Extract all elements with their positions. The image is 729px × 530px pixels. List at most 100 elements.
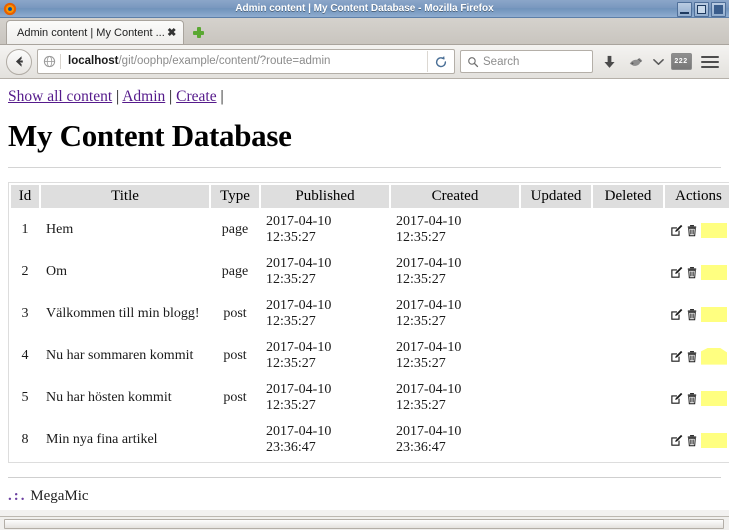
link-create[interactable]: Create <box>176 88 216 105</box>
downloads-button[interactable] <box>598 50 620 74</box>
column-header-published[interactable]: Published <box>261 185 389 209</box>
created-date: 2017-04-10 <box>396 298 462 314</box>
table-row: 2 Om page 2017-04-10 12:35:27 2017-04-10 12:35… <box>11 252 729 292</box>
cell-deleted <box>593 294 663 334</box>
cell-type: post <box>223 306 247 322</box>
edit-icon[interactable] <box>670 434 683 447</box>
cell-type: page <box>221 264 249 280</box>
reload-button[interactable] <box>427 51 454 72</box>
url-text: localhost/git/oophp/example/content/?rou… <box>61 51 427 72</box>
page-badge-button[interactable]: 222 <box>670 50 692 74</box>
tab-close-icon[interactable]: ✖ <box>165 26 179 39</box>
edit-icon[interactable] <box>670 308 683 321</box>
sync-button[interactable] <box>625 50 647 74</box>
search-input[interactable]: Search <box>460 50 593 73</box>
column-header-created[interactable]: Created <box>391 185 519 209</box>
column-header-actions[interactable]: Actions <box>665 185 729 209</box>
cell-actions <box>665 420 729 460</box>
cell-title: Nu har hösten kommit <box>46 390 172 406</box>
cell-updated <box>521 420 591 460</box>
url-host: localhost <box>68 55 119 67</box>
table-row: 8 Min nya fina artikel 2017-04-10 23:36:47 2… <box>11 420 729 460</box>
trash-icon[interactable] <box>686 434 698 447</box>
cell-id: 4 <box>21 348 29 364</box>
published-time: 12:35:27 <box>266 230 316 246</box>
cell-created: 2017-04-10 12:35:27 <box>391 378 519 418</box>
published-date: 2017-04-10 <box>266 214 332 230</box>
title-divider <box>8 167 721 169</box>
created-time: 12:35:27 <box>396 230 446 246</box>
edit-icon[interactable] <box>670 392 683 405</box>
url-bar[interactable]: localhost/git/oophp/example/content/?rou… <box>37 49 455 74</box>
cell-id: 2 <box>21 264 29 280</box>
published-date: 2017-04-10 <box>266 256 332 272</box>
column-header-type[interactable]: Type <box>211 185 259 209</box>
minimize-button[interactable] <box>677 2 692 17</box>
firefox-icon <box>2 1 18 17</box>
navigation-toolbar: localhost/git/oophp/example/content/?rou… <box>0 45 729 79</box>
trash-icon[interactable] <box>686 350 698 363</box>
link-admin[interactable]: Admin <box>122 88 165 105</box>
cell-actions <box>665 294 729 334</box>
app-menu-button[interactable] <box>697 50 723 74</box>
horizontal-scrollbar[interactable] <box>0 516 729 530</box>
column-header-id[interactable]: Id <box>11 185 39 209</box>
close-button[interactable] <box>711 2 726 17</box>
breadcrumb: Show all content | Admin | Create | <box>8 87 721 107</box>
cell-actions <box>665 336 729 376</box>
published-date: 2017-04-10 <box>266 340 332 356</box>
trash-icon[interactable] <box>686 392 698 405</box>
edit-icon[interactable] <box>670 224 683 237</box>
trash-icon[interactable] <box>686 266 698 279</box>
created-date: 2017-04-10 <box>396 424 462 440</box>
sync-dropdown-button[interactable] <box>652 50 665 74</box>
cell-id: 3 <box>21 306 29 322</box>
cell-id: 8 <box>21 432 29 448</box>
published-time: 12:35:27 <box>266 356 316 372</box>
column-header-title[interactable]: Title <box>41 185 209 209</box>
edit-icon[interactable] <box>670 350 683 363</box>
cell-title: Hem <box>46 222 74 238</box>
edit-icon[interactable] <box>670 266 683 279</box>
cell-updated <box>521 378 591 418</box>
link-show-all-content[interactable]: Show all content <box>8 88 112 105</box>
cell-created: 2017-04-10 12:35:27 <box>391 252 519 292</box>
created-time: 12:35:27 <box>396 398 446 414</box>
url-path: /git/oophp/example/content/?route=admin <box>118 55 331 67</box>
cell-title: Min nya fina artikel <box>46 432 158 448</box>
search-icon <box>468 56 479 67</box>
cell-created: 2017-04-10 12:35:27 <box>391 336 519 376</box>
page-viewport: Show all content | Admin | Create | My C… <box>0 79 729 510</box>
download-arrow-icon <box>603 55 615 68</box>
footer-dots: .:. <box>8 488 27 505</box>
cell-id: 1 <box>21 222 29 238</box>
maximize-button[interactable] <box>694 2 709 17</box>
cell-deleted <box>593 378 663 418</box>
scrollbar-thumb[interactable] <box>4 518 724 529</box>
cell-updated <box>521 210 591 250</box>
window-title: Admin content | My Content Database - Mo… <box>235 2 494 14</box>
reload-icon <box>435 55 447 67</box>
nav-separator-3: | <box>220 88 224 105</box>
content-table: Id Title Type Published Created Updated … <box>8 182 729 464</box>
back-button[interactable] <box>6 48 32 75</box>
browser-tab[interactable]: Admin content | My Content ... ✖ <box>6 20 184 44</box>
hamburger-menu-icon <box>701 55 719 68</box>
cell-title: Om <box>46 264 67 280</box>
cell-updated <box>521 252 591 292</box>
column-header-deleted[interactable]: Deleted <box>593 185 663 209</box>
created-date: 2017-04-10 <box>396 382 462 398</box>
trash-icon[interactable] <box>686 224 698 237</box>
created-time: 12:35:27 <box>396 356 446 372</box>
trash-icon[interactable] <box>686 308 698 321</box>
cell-type: post <box>223 348 247 364</box>
cell-deleted <box>593 420 663 460</box>
cell-id: 5 <box>21 390 29 406</box>
highlight-block <box>701 222 727 238</box>
created-date: 2017-04-10 <box>396 256 462 272</box>
new-tab-button[interactable] <box>188 20 210 44</box>
cell-actions <box>665 252 729 292</box>
published-time: 12:35:27 <box>266 314 316 330</box>
column-header-updated[interactable]: Updated <box>521 185 591 209</box>
cell-actions <box>665 378 729 418</box>
